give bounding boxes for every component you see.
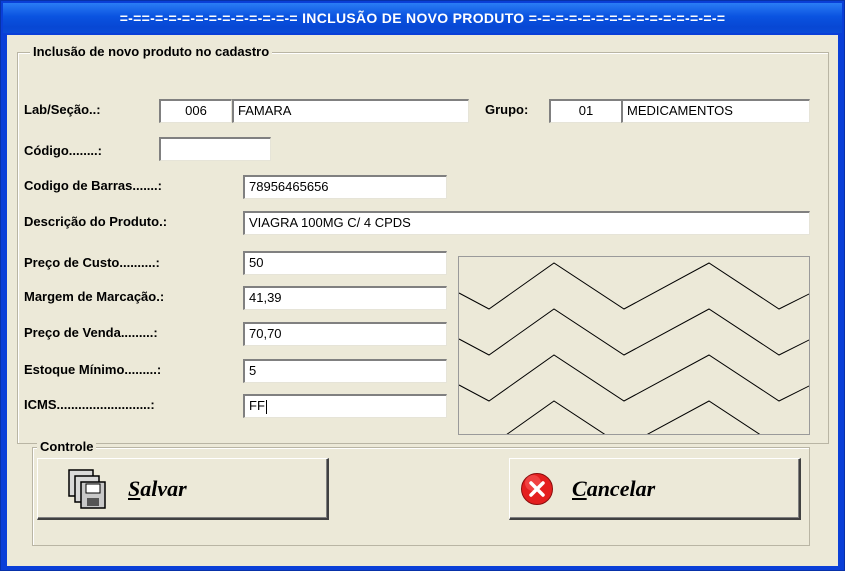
descricao-label: Descrição do Produto.: [24,214,168,229]
codigo-barras-label: Codigo de Barras.......: [24,178,162,193]
codigo-barras-field[interactable]: 78956465656 [243,175,447,199]
lab-secao-label: Lab/Seção..: [24,102,101,117]
preco-venda-label: Preço de Venda.........: [24,325,158,340]
icms-value: FF [249,398,265,413]
lab-secao-code-field[interactable]: 006 [159,99,232,123]
preco-venda-field[interactable]: 70,70 [243,322,447,346]
margem-label: Margem de Marcação.: [24,289,165,304]
preco-custo-label: Preço de Custo..........: [24,255,160,270]
lab-secao-name-field[interactable]: FAMARA [232,99,469,123]
grupo-name-field[interactable]: MEDICAMENTOS [621,99,810,123]
estoque-minimo-label: Estoque Mínimo.........: [24,362,162,377]
icms-label: ICMS..........................: [24,397,155,412]
red-x-circle-icon [521,472,553,505]
cancel-button[interactable]: Cancelar [509,458,801,520]
controle-group-title: Controle [37,439,97,455]
estoque-minimo-field[interactable]: 5 [243,359,447,383]
icms-field[interactable]: FF [243,394,447,418]
dialog-client-area: Inclusão de novo produto no cadastro Lab… [7,35,838,566]
floppy-disks-icon [68,468,106,509]
grupo-code-field[interactable]: 01 [549,99,622,123]
zigzag-pattern-image [458,256,810,435]
grupo-label: Grupo: [485,102,529,117]
save-button-label: Salvar [128,475,187,501]
descricao-field[interactable]: VIAGRA 100MG C/ 4 CPDS [243,211,810,235]
zigzag-lines-icon [459,262,809,434]
product-dialog-window: =-==-=-=-=-=-=-=-=-=-=-=-= INCLUSÃO DE N… [0,0,845,571]
text-caret [265,399,267,414]
save-button[interactable]: Salvar [37,458,329,520]
window-title: =-==-=-=-=-=-=-=-=-=-=-=-= INCLUSÃO DE N… [3,3,842,33]
codigo-field[interactable] [159,137,271,161]
margem-field[interactable]: 41,39 [243,286,447,310]
product-group-title: Inclusão de novo produto no cadastro [30,44,273,60]
codigo-label: Código........: [24,143,102,158]
preco-custo-field[interactable]: 50 [243,251,447,275]
cancel-button-label: Cancelar [572,475,656,501]
